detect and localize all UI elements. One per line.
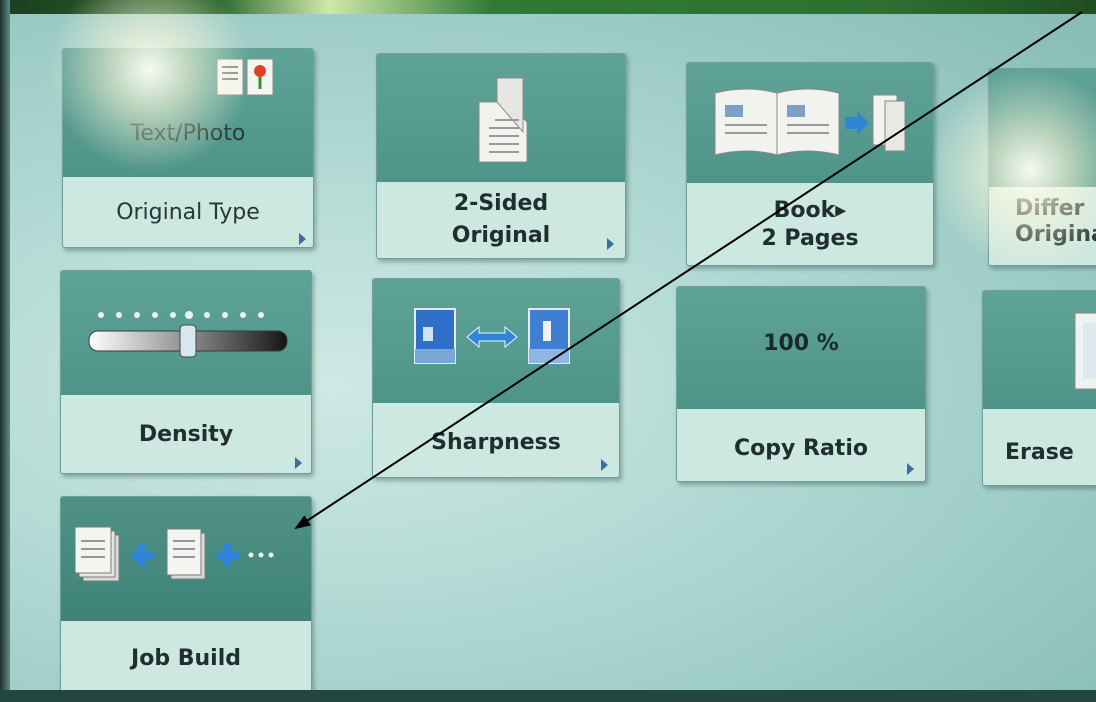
erase-frame-button[interactable]: Erase [982,290,1096,486]
submenu-caret [299,233,306,245]
book-label-line1: Book▸ [773,198,847,223]
two-sided-label-line2: Original [451,223,551,248]
original-type-label: Original Type [116,200,260,225]
job-build-label: Job Build [131,646,241,671]
book-to-2-pages-button[interactable]: Book▸ 2 Pages [686,62,934,266]
submenu-caret [907,463,914,475]
two-sided-page-icon [478,77,528,163]
density-slider-icon [88,311,288,358]
density-button[interactable]: Density [60,270,312,474]
original-type-button[interactable]: Text/Photo Original Type [62,48,314,248]
job-build-button[interactable]: Job Build [60,496,312,694]
two-sided-label-line1: 2-Sided [453,191,549,216]
copy-ratio-button[interactable]: 100 % Copy Ratio [676,286,926,482]
copier-touch-screen: Text/Photo Original Type 2-Sided Origina… [0,0,1096,702]
submenu-caret [601,459,608,471]
sharpness-label: Sharpness [431,430,561,455]
book-label-line2: 2 Pages [761,226,859,251]
sharpness-icon [414,308,570,364]
original-type-value: Text/Photo [130,121,246,146]
different-label-line2: Origina [1015,222,1096,247]
submenu-caret [295,457,302,469]
copy-ratio-label: Copy Ratio [734,436,868,461]
book-to-pages-icon [714,88,906,156]
submenu-caret [607,238,614,250]
sharpness-button[interactable]: Sharpness [372,278,620,478]
two-sided-original-button[interactable]: 2-Sided Original [376,53,626,259]
screen-bezel-bottom [0,690,1096,702]
different-size-originals-button[interactable]: Differ Origina [988,68,1096,266]
job-build-icon [75,526,274,582]
top-status-bar [0,0,1096,14]
screen-bezel [0,0,10,702]
erase-label: Erase [1005,440,1074,465]
text-photo-icon [216,58,274,96]
different-label-line1: Differ [1015,196,1085,221]
density-label: Density [138,422,234,447]
copy-ratio-value: 100 % [763,331,839,356]
erase-frame-icon [1074,312,1096,390]
